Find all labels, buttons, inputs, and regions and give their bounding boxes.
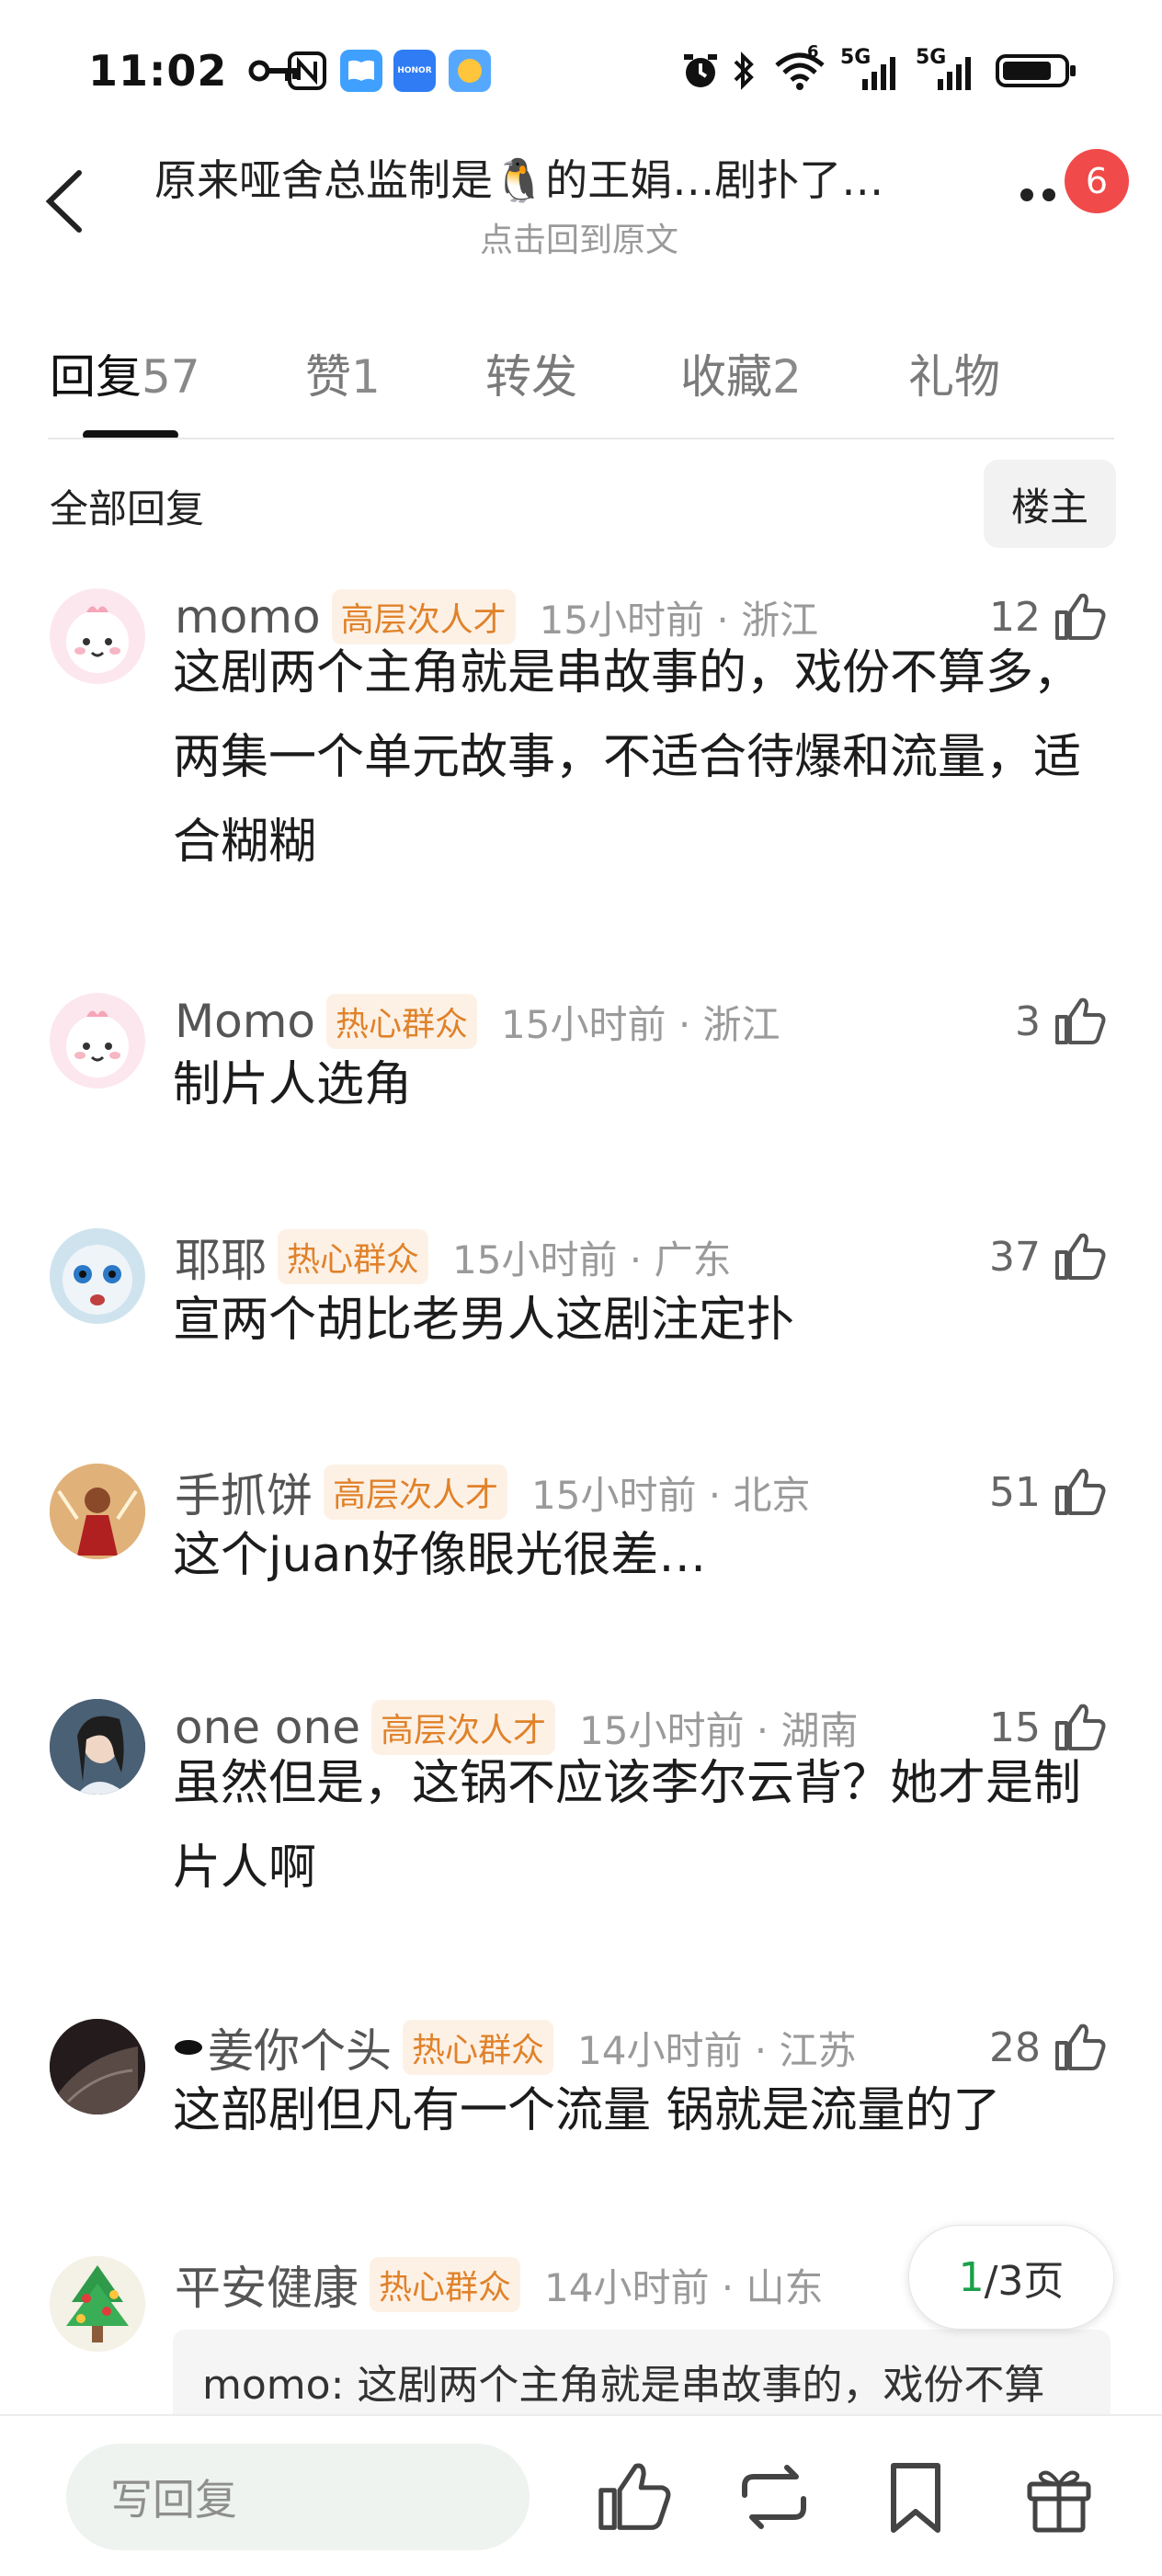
comment-text: 制片人选角 bbox=[173, 1057, 413, 1112]
tab-label: 回复 bbox=[50, 350, 142, 404]
tab-divider bbox=[48, 438, 1114, 439]
comment-text: 虽然但是，这锅不应该李尔云背？她才是制片人啊 bbox=[173, 1756, 1082, 1896]
comment-meta: 平安健康 热心群众 14小时前 · 山东 bbox=[175, 2252, 824, 2317]
weather-app-icon bbox=[449, 50, 491, 92]
avatar[interactable] bbox=[50, 1464, 145, 1559]
thumbs-up-icon bbox=[1055, 2023, 1106, 2070]
like-count: 3 bbox=[1015, 997, 1041, 1045]
tab-count: 1 bbox=[351, 350, 381, 404]
user-tag: 热心群众 bbox=[370, 2257, 521, 2312]
comment-text: 这部剧但凡有一个流量 锅就是流量的了 bbox=[173, 2083, 1001, 2138]
repost-icon[interactable] bbox=[735, 2458, 813, 2536]
thumbs-up-icon bbox=[1055, 1468, 1106, 1515]
reply-input[interactable]: 写回复 bbox=[66, 2444, 530, 2550]
avatar[interactable] bbox=[50, 993, 145, 1089]
status-bar: 11:02 HONOR 6 5G 5G bbox=[0, 0, 1162, 138]
time-location: 15小时前 · 浙江 bbox=[501, 1001, 780, 1047]
back-arrow-icon bbox=[45, 170, 82, 233]
tab-favorites[interactable]: 收藏2 bbox=[680, 340, 802, 406]
like-count: 37 bbox=[989, 1233, 1041, 1281]
nfc-icon bbox=[283, 50, 331, 92]
avatar[interactable] bbox=[50, 2019, 145, 2114]
wifi-6-label: 6 bbox=[807, 42, 819, 62]
status-time: 11:02 bbox=[88, 46, 228, 96]
section-title: 全部回复 bbox=[50, 486, 205, 531]
avatar[interactable] bbox=[50, 1228, 145, 1324]
book-app-icon bbox=[340, 50, 382, 92]
back-to-original-link[interactable]: 点击回到原文 bbox=[432, 213, 726, 261]
user-tag: 热心群众 bbox=[326, 994, 478, 1049]
tab-likes[interactable]: 赞1 bbox=[305, 340, 381, 406]
alarm-icon bbox=[678, 50, 723, 92]
comment-text: 这剧两个主角就是串故事的，戏份不算多，两集一个单元故事，不适合待爆和流量，适合糊… bbox=[173, 645, 1082, 870]
comment-text: 这个juan好像眼光很差… bbox=[173, 1528, 707, 1583]
user-tag: 热心群众 bbox=[403, 2020, 554, 2075]
time-location: 15小时前 · 广东 bbox=[452, 1237, 732, 1282]
notification-badge[interactable]: 6 bbox=[1065, 149, 1129, 213]
tab-bar: 回复57 赞1 转发 收藏2 礼物 bbox=[0, 331, 1162, 441]
total-pages: /3页 bbox=[984, 2258, 1065, 2305]
current-page: 1 bbox=[958, 2253, 985, 2301]
tab-label: 收藏 bbox=[680, 350, 772, 404]
tab-count: 2 bbox=[772, 350, 802, 404]
tab-label: 转发 bbox=[485, 350, 577, 404]
wifi-icon: 6 bbox=[772, 42, 827, 92]
user-badge-icon bbox=[175, 2040, 202, 2055]
tab-gifts[interactable]: 礼物 bbox=[908, 340, 1000, 406]
user-tag: 热心群众 bbox=[278, 1229, 429, 1284]
owner-only-button[interactable]: 楼主 bbox=[984, 460, 1116, 548]
post-title[interactable]: 原来哑舍总监制是🐧的王娟…剧扑了… bbox=[154, 147, 982, 208]
thumbs-up-icon bbox=[1055, 1233, 1106, 1280]
back-button[interactable] bbox=[44, 169, 85, 234]
like-icon[interactable] bbox=[596, 2458, 673, 2536]
user-tag: 高层次人才 bbox=[324, 1465, 508, 1520]
more-dot-icon bbox=[1042, 188, 1055, 201]
time-location: 15小时前 · 北京 bbox=[531, 1472, 811, 1518]
like-count: 28 bbox=[989, 2023, 1041, 2071]
tab-label: 赞 bbox=[305, 350, 351, 404]
tab-reposts[interactable]: 转发 bbox=[485, 340, 577, 406]
signal-icon-2: 5G bbox=[914, 46, 984, 92]
tab-replies[interactable]: 回复57 bbox=[50, 340, 200, 406]
like-count: 51 bbox=[989, 1468, 1041, 1516]
bluetooth-icon bbox=[728, 50, 759, 92]
time-location: 14小时前 · 山东 bbox=[544, 2264, 824, 2310]
more-dot-icon bbox=[1020, 188, 1033, 201]
page-indicator[interactable]: 1/3页 bbox=[908, 2225, 1114, 2330]
bookmark-icon[interactable] bbox=[877, 2458, 954, 2536]
username[interactable]: Momo bbox=[175, 995, 315, 1048]
thumbs-up-icon bbox=[1055, 997, 1106, 1044]
tab-count: 57 bbox=[142, 350, 200, 404]
tab-label: 礼物 bbox=[908, 350, 1000, 404]
battery-icon bbox=[995, 50, 1079, 92]
avatar[interactable] bbox=[50, 2256, 145, 2352]
honor-app-icon: HONOR bbox=[393, 50, 436, 92]
signal-icon: 5G bbox=[838, 46, 908, 92]
bottom-action-bar: 写回复 bbox=[0, 2414, 1162, 2576]
avatar[interactable] bbox=[50, 1699, 145, 1795]
time-location: 14小时前 · 江苏 bbox=[577, 2027, 857, 2073]
comment-text: 宣两个胡比老男人这剧注定扑 bbox=[173, 1293, 795, 1348]
gift-icon[interactable] bbox=[1020, 2458, 1098, 2536]
username[interactable]: 平安健康 bbox=[175, 2251, 359, 2318]
more-options-button[interactable] bbox=[1020, 188, 1072, 211]
avatar[interactable] bbox=[50, 588, 145, 684]
